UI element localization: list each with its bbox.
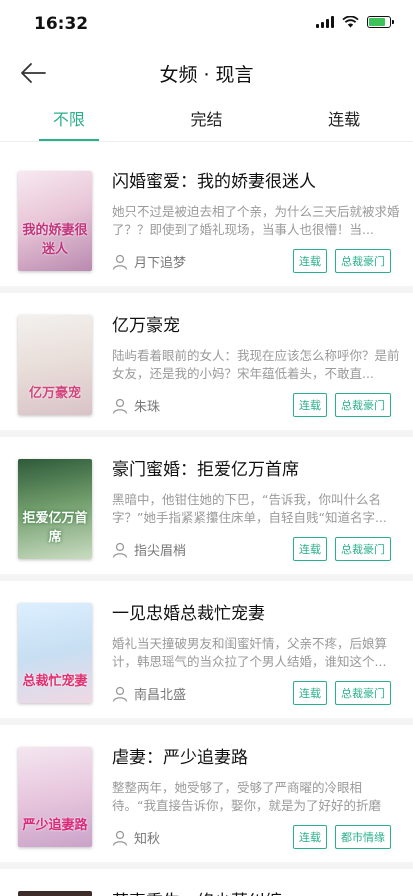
book-tags: 连载 总裁豪门 xyxy=(293,681,391,705)
book-title: 萌妻重生：修少莫纠缠 xyxy=(112,887,399,896)
book-title: 亿万豪宠 xyxy=(112,316,180,336)
book-tags: 连载 都市情缘 xyxy=(293,825,391,849)
genre-tag[interactable]: 总裁豪门 xyxy=(335,537,391,561)
book-cover: 总裁忙宠妻 xyxy=(18,603,92,703)
book-description: 她只不过是被迫去相了个亲，为什么三天后就被求婚了？？即使到了婚礼现场，当事人也很… xyxy=(112,204,400,237)
user-icon xyxy=(112,398,128,414)
book-title: 豪门蜜婚：拒爱亿万首席 xyxy=(112,460,299,480)
book-author: 指尖眉梢 xyxy=(112,540,186,559)
user-icon xyxy=(112,542,128,558)
list-item[interactable]: 拒爱亿万首席 豪门蜜婚：拒爱亿万首席 黑暗中，他钳住她的下巴，“告诉我，你叫什么… xyxy=(0,437,413,574)
book-author: 朱珠 xyxy=(112,396,160,415)
status-time: 16:32 xyxy=(34,14,89,34)
wifi-icon xyxy=(342,16,359,28)
author-name: 朱珠 xyxy=(134,400,161,415)
book-list: 我的娇妻很迷人 闪婚蜜爱：我的娇妻很迷人 她只不过是被迫去相了个亲，为什么三天后… xyxy=(0,149,413,896)
book-title: 一见忠婚总裁忙宠妻 xyxy=(112,604,265,624)
nav-bar: 女频 · 现言 xyxy=(0,48,413,98)
list-item[interactable]: 萌妻重生：修少莫纠缠 xyxy=(0,869,413,896)
list-item[interactable]: 我的娇妻很迷人 闪婚蜜爱：我的娇妻很迷人 她只不过是被迫去相了个亲，为什么三天后… xyxy=(0,149,413,286)
book-cover: 拒爱亿万首席 xyxy=(18,459,92,559)
author-name: 知秋 xyxy=(134,832,161,847)
user-icon xyxy=(112,830,128,846)
book-description: 整整两年，她受够了，受够了严商曜的冷眼相待。“我直接告诉你，娶你，就是为了好好的… xyxy=(112,780,381,813)
tab-bar: 不限 完结 连载 xyxy=(0,98,413,142)
user-icon xyxy=(112,686,128,702)
battery-icon xyxy=(367,16,394,28)
page-title: 女频 · 现言 xyxy=(159,64,254,86)
book-tags: 连载 总裁豪门 xyxy=(293,249,391,273)
genre-tag[interactable]: 都市情缘 xyxy=(335,825,391,849)
genre-tag[interactable]: 总裁豪门 xyxy=(335,681,391,705)
list-item[interactable]: 严少追妻路 虐妻：严少追妻路 整整两年，她受够了，受够了严商曜的冷眼相待。“我直… xyxy=(0,725,413,862)
book-title: 闪婚蜜爱：我的娇妻很迷人 xyxy=(112,172,316,192)
tab-serializing[interactable]: 连载 xyxy=(275,98,413,141)
cover-title: 我的娇妻很迷人 xyxy=(22,223,88,257)
list-item[interactable]: 亿万豪宠 亿万豪宠 陆屿看着眼前的女人：我现在应该怎么称呼你？是前女友，还是我的… xyxy=(0,293,413,430)
book-description: 陆屿看着眼前的女人：我现在应该怎么称呼你？是前女友，还是我的小妈？宋年蕴低着头，… xyxy=(112,348,400,381)
status-tag[interactable]: 连载 xyxy=(293,537,327,561)
book-author: 南昌北盛 xyxy=(112,684,186,703)
status-tag[interactable]: 连载 xyxy=(293,825,327,849)
author-name: 指尖眉梢 xyxy=(134,544,187,559)
genre-tag[interactable]: 总裁豪门 xyxy=(335,393,391,417)
book-tags: 连载 总裁豪门 xyxy=(293,393,391,417)
book-tags: 连载 总裁豪门 xyxy=(293,537,391,561)
book-description: 婚礼当天撞破男友和闺蜜奸情，父亲不疼，后娘算计，韩思瑶气的当众拉了个男人结婚，谁… xyxy=(112,636,388,669)
book-author: 月下追梦 xyxy=(112,252,186,271)
book-description: 黑暗中，他钳住她的下巴，“告诉我，你叫什么名字？”她手指紧紧攥住床单，自轻自贱“… xyxy=(112,492,387,525)
cover-title: 严少追妻路 xyxy=(22,818,88,833)
list-item[interactable]: 总裁忙宠妻 一见忠婚总裁忙宠妻 婚礼当天撞破男友和闺蜜奸情，父亲不疼，后娘算计，… xyxy=(0,581,413,718)
author-name: 月下追梦 xyxy=(134,256,187,271)
status-icons xyxy=(316,16,394,28)
author-name: 南昌北盛 xyxy=(134,688,187,703)
status-tag[interactable]: 连载 xyxy=(293,249,327,273)
book-cover: 我的娇妻很迷人 xyxy=(18,171,92,271)
book-title: 虐妻：严少追妻路 xyxy=(112,748,248,768)
status-bar: 16:32 xyxy=(0,0,413,48)
cover-title: 拒爱亿万首席 xyxy=(22,511,88,545)
cover-title: 亿万豪宠 xyxy=(28,386,81,401)
genre-tag[interactable]: 总裁豪门 xyxy=(335,249,391,273)
status-tag[interactable]: 连载 xyxy=(293,393,327,417)
status-tag[interactable]: 连载 xyxy=(293,681,327,705)
tab-unlimited[interactable]: 不限 xyxy=(0,98,138,141)
user-icon xyxy=(112,254,128,270)
signal-icon xyxy=(316,16,334,28)
cover-title: 总裁忙宠妻 xyxy=(22,674,88,689)
book-cover: 亿万豪宠 xyxy=(18,315,92,415)
book-cover: 严少追妻路 xyxy=(18,747,92,847)
book-cover xyxy=(18,891,92,896)
book-author: 知秋 xyxy=(112,828,160,847)
tab-completed[interactable]: 完结 xyxy=(138,98,276,141)
